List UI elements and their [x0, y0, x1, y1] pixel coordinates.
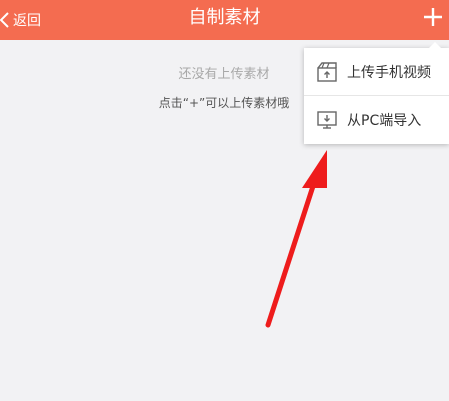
page-title: 自制素材 [188, 7, 261, 28]
menu-item-upload-phone-video[interactable]: 上传手机视频 [304, 48, 449, 96]
plus-icon[interactable] [422, 6, 444, 28]
upload-video-icon [317, 61, 337, 82]
menu-item-label: 上传手机视频 [347, 64, 431, 81]
empty-state-hint: 点击“+”可以上传素材哦 [158, 96, 290, 110]
top-bar: 返回 自制素材 [0, 0, 449, 40]
back-label: 返回 [13, 13, 41, 29]
upload-popup-menu: 上传手机视频 从PC端导入 [304, 42, 449, 144]
menu-item-label: 从PC端导入 [347, 113, 422, 129]
menu-item-pc-import[interactable]: 从PC端导入 [304, 96, 449, 144]
pc-import-icon [317, 111, 337, 129]
back-button[interactable]: 返回 [0, 0, 41, 40]
empty-state-title: 还没有上传素材 [178, 67, 270, 82]
chevron-left-icon [0, 12, 9, 28]
